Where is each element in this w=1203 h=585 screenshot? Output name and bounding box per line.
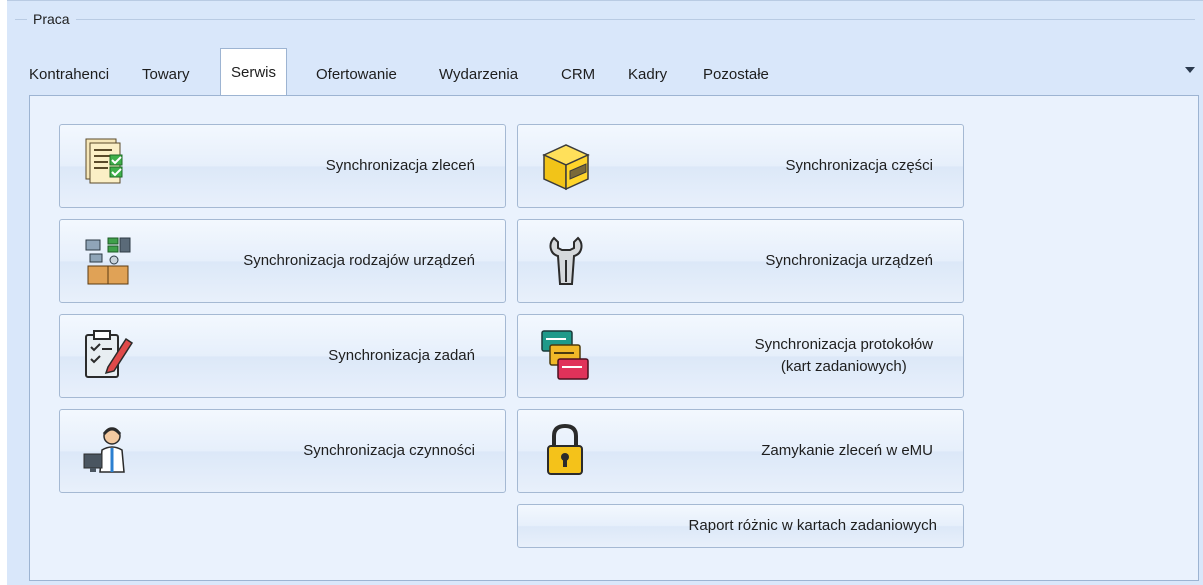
sync-parts-label: Synchronizacja części [785, 157, 933, 174]
tab-wydarzenia[interactable]: Wydarzenia [439, 56, 518, 94]
sync-device-types-label: Synchronizacja rodzajów urządzeń [243, 252, 475, 269]
work-group-box: Praca Kontrahenci Towary Serwis Ofertowa… [7, 0, 1203, 585]
close-orders-emu-button[interactable]: Zamykanie zleceń w eMU [517, 409, 964, 493]
tab-crm[interactable]: CRM [561, 56, 595, 94]
sync-orders-label: Synchronizacja zleceń [325, 157, 475, 174]
sync-protocols-button[interactable]: Synchronizacja protokołów (kart zadaniow… [517, 314, 964, 398]
tab-overflow-chevron-down-icon[interactable] [1185, 67, 1195, 73]
tab-towary[interactable]: Towary [142, 56, 190, 94]
tab-kadry[interactable]: Kadry [628, 56, 667, 94]
sync-devices-button[interactable]: Synchronizacja urządzeń [517, 219, 964, 303]
padlock-icon [536, 420, 596, 480]
diff-report-label: Raport różnic w kartach zadaniowych [688, 517, 937, 534]
sync-device-types-button[interactable]: Synchronizacja rodzajów urządzeń [59, 219, 506, 303]
diff-report-button[interactable]: Raport różnic w kartach zadaniowych [517, 504, 964, 548]
sync-tasks-button[interactable]: Synchronizacja zadań [59, 314, 506, 398]
tab-serwis[interactable]: Serwis [220, 48, 288, 96]
sync-orders-button[interactable]: Synchronizacja zleceń [59, 124, 506, 208]
tab-ofertowanie[interactable]: Ofertowanie [316, 56, 397, 94]
tab-kontrahenci[interactable]: Kontrahenci [29, 56, 109, 94]
wrench-icon [536, 230, 596, 290]
group-border-line [15, 19, 1195, 20]
sync-parts-button[interactable]: Synchronizacja części [517, 124, 964, 208]
group-title: Praca [27, 9, 76, 29]
close-orders-emu-label: Zamykanie zleceń w eMU [761, 442, 933, 459]
sync-activities-label: Synchronizacja czynności [303, 442, 475, 459]
sync-protocols-label: Synchronizacja protokołów (kart zadaniow… [754, 336, 933, 375]
sync-devices-label: Synchronizacja urządzeń [765, 252, 933, 269]
box-icon [536, 135, 596, 195]
cards-icon [536, 325, 596, 385]
tab-content-panel: Synchronizacja zleceń Synchronizacja czę… [29, 95, 1199, 581]
devices-box-icon [78, 230, 138, 290]
technician-icon [78, 420, 138, 480]
clipboard-pencil-icon [78, 325, 138, 385]
sync-activities-button[interactable]: Synchronizacja czynności [59, 409, 506, 493]
sync-tasks-label: Synchronizacja zadań [328, 347, 475, 364]
tab-pozostale[interactable]: Pozostałe [703, 56, 769, 94]
document-checklist-icon [78, 135, 138, 195]
